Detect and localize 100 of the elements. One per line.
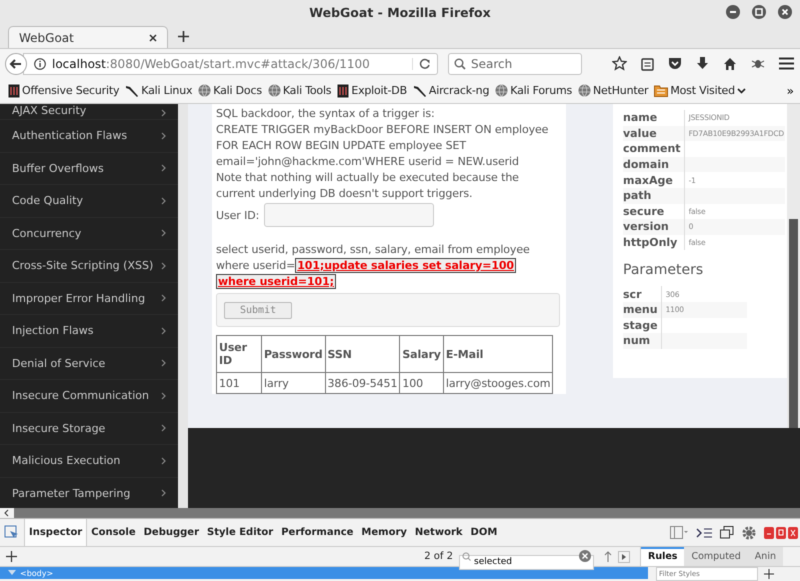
close-icon[interactable]	[778, 5, 792, 19]
chevron-right-icon	[161, 196, 166, 205]
column-header: SSN	[325, 336, 400, 372]
devtools-tab[interactable]: Style Editor	[203, 519, 278, 546]
match-count: 2 of 2	[424, 551, 453, 562]
window-controls-icon[interactable]	[764, 526, 798, 538]
url-field[interactable]: localhost:8080/WebGoat/start.mvc#attack/306/1100	[23, 52, 438, 74]
search-icon	[454, 58, 466, 70]
cookie-key: domain	[623, 156, 684, 172]
chevron-right-icon	[161, 326, 166, 335]
layout-icon[interactable]	[670, 526, 688, 539]
column-header: Salary	[400, 336, 444, 372]
globe-icon	[268, 84, 281, 97]
lesson-text: email='john@hackme.com'WHERE userid = NEW.userid	[216, 154, 520, 170]
sidebar-item[interactable]: AJAX Security	[0, 104, 178, 120]
devtools-tab[interactable]: Memory	[357, 519, 411, 546]
window-icon[interactable]	[720, 526, 734, 539]
injected-sql: where userid=101;	[216, 274, 336, 289]
column-header: User ID	[216, 336, 262, 372]
add-rule-icon[interactable]	[764, 569, 774, 579]
bookmark-link[interactable]: Exploit-DB	[337, 84, 407, 98]
table-cell: larry	[262, 372, 326, 394]
chevron-right-icon	[161, 489, 166, 498]
column-header: E-Mail	[443, 336, 553, 372]
cookie-key: path	[623, 188, 684, 204]
scrollbar[interactable]	[787, 104, 800, 428]
bookmark-link[interactable]: Kali Linux	[125, 84, 192, 97]
devtools-tab[interactable]: DOM	[466, 519, 502, 546]
injected-sql: 101;update salaries set salary=100	[295, 258, 516, 273]
console-split-icon[interactable]	[696, 526, 712, 538]
bookmark-link[interactable]: Aircrack-ng	[412, 84, 490, 97]
pocket-icon[interactable]	[668, 57, 682, 70]
new-tab-icon[interactable]	[178, 31, 189, 42]
minimize-icon[interactable]	[726, 5, 740, 19]
bookmark-link[interactable]: Offensive Security	[8, 84, 120, 98]
devtools-tab[interactable]: Debugger	[140, 519, 204, 546]
column-header: Password	[262, 336, 326, 372]
parameter-key: num	[623, 333, 662, 349]
close-icon[interactable]	[149, 34, 157, 42]
download-icon[interactable]	[696, 56, 709, 70]
search-icon	[462, 552, 471, 561]
reload-icon[interactable]	[412, 58, 431, 70]
globe-icon	[578, 84, 592, 97]
chevron-right-icon	[161, 359, 166, 368]
chevron-right-icon	[161, 132, 166, 140]
devtools-tab[interactable]: Inspector	[24, 519, 88, 546]
lesson-text: SQL backdoor, the syntax of a trigger is:	[216, 106, 436, 122]
bookmark-link[interactable]: Kali Tools	[268, 84, 332, 97]
settings-icon[interactable]	[742, 526, 756, 540]
sidebar-tab[interactable]: Computed	[684, 547, 748, 566]
clear-icon[interactable]	[579, 550, 591, 562]
sidebar-tab[interactable]: Rules	[641, 547, 684, 566]
menu-icon[interactable]	[779, 57, 794, 70]
chevron-right-icon	[161, 262, 166, 270]
maximize-icon[interactable]	[752, 5, 766, 19]
cookie-key: httpOnly	[623, 234, 684, 250]
user-id-field[interactable]	[264, 203, 434, 227]
clipboard-icon[interactable]	[641, 56, 654, 70]
next-icon[interactable]	[618, 550, 630, 562]
chevron-down-icon	[736, 88, 746, 94]
bookmark-link[interactable]: Kali Forums	[495, 84, 572, 97]
bug-icon[interactable]	[751, 58, 765, 70]
browser-tab[interactable]: WebGoat	[8, 26, 168, 48]
bookmark-link[interactable]: Most Visited	[654, 84, 746, 97]
field-label: User ID:	[216, 208, 260, 222]
lesson-text: FOR EACH ROW BEGIN UPDATE employee SET	[216, 138, 468, 154]
parameter-key: menu	[623, 302, 662, 318]
query-text: where userid=	[216, 259, 296, 272]
scrollbar[interactable]	[0, 508, 800, 518]
element-picker-icon[interactable]	[4, 524, 20, 540]
home-icon[interactable]	[723, 56, 737, 70]
logo-icon	[337, 84, 350, 98]
cookie-key: value	[623, 126, 684, 142]
section-heading: Parameters	[623, 262, 704, 278]
scroll-left-icon[interactable]	[0, 508, 14, 518]
table-cell: 101	[216, 372, 262, 394]
devtools-tab[interactable]: Performance	[277, 519, 358, 546]
bookmark-link[interactable]: Kali Docs	[198, 84, 262, 97]
chevron-right-icon	[161, 294, 166, 302]
overflow-button[interactable]: »	[786, 84, 794, 98]
globe-icon	[495, 84, 508, 97]
logo-icon	[8, 84, 20, 98]
table-cell: 100	[400, 372, 444, 394]
lesson-text: Note that nothing will actually be executed because the	[216, 170, 520, 186]
globe-icon	[198, 84, 212, 97]
bookmark-link[interactable]: NetHunter	[578, 84, 648, 97]
chevron-right-icon	[161, 456, 166, 465]
lesson-text: current underlying DB doesn't support triggers.	[216, 186, 474, 202]
devtools-tab[interactable]: Console	[87, 519, 140, 546]
search-field[interactable]: Search	[448, 52, 582, 74]
devtools-tab[interactable]: Network	[410, 519, 467, 546]
chevron-right-icon	[161, 229, 166, 238]
previous-icon[interactable]	[604, 550, 612, 562]
lesson-text: CREATE TRIGGER myBackDoor BEFORE INSERT ON employee	[216, 122, 550, 138]
table-cell: 386-09-5451	[325, 372, 400, 394]
add-node-icon[interactable]	[6, 551, 17, 562]
search-field[interactable]: selected	[459, 554, 594, 570]
sidebar-tab[interactable]: Anin	[748, 547, 783, 566]
back-icon[interactable]	[5, 52, 27, 74]
star-icon[interactable]	[612, 56, 627, 71]
